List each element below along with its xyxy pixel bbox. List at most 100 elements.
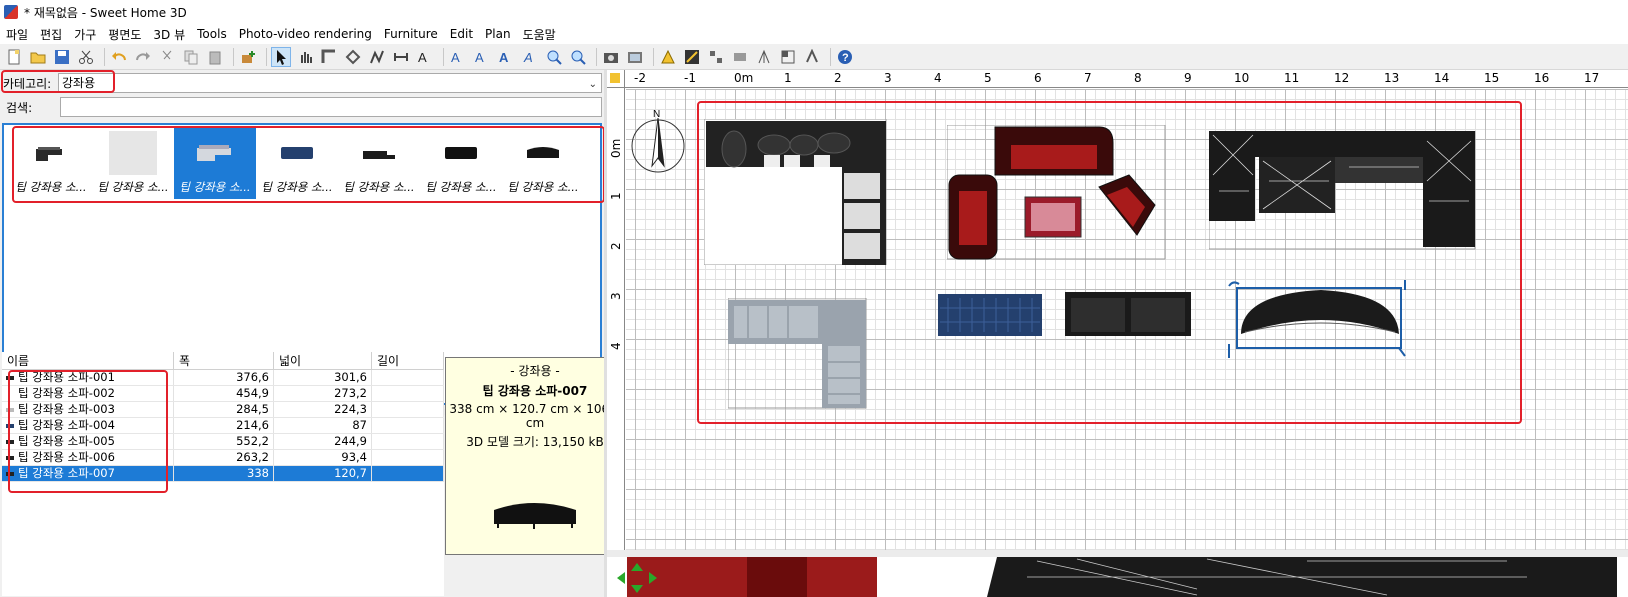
catalog-item-label: 팁 강좌용 소... <box>425 180 497 194</box>
catalog-item[interactable]: 팁 강좌용 소... <box>92 127 174 199</box>
catalog-item-label: 팁 강좌용 소... <box>179 180 251 194</box>
sofa-005-plan[interactable] <box>1208 130 1477 254</box>
catalog-item[interactable]: 팁 강좌용 소... <box>420 127 502 199</box>
menu-tools[interactable]: Tools <box>191 27 233 41</box>
create-walls-icon[interactable] <box>319 47 339 67</box>
ruler-label: 12 <box>1334 71 1350 85</box>
zoom-out-icon[interactable] <box>568 47 588 67</box>
menu-furniture[interactable]: 가구 <box>68 26 102 43</box>
category-select[interactable]: 강좌용 ⌄ <box>58 73 602 93</box>
menu-help[interactable]: 도움말 <box>517 26 562 43</box>
menu-3d-view[interactable]: 3D 뷰 <box>147 26 191 43</box>
sofa-002-plan[interactable] <box>946 124 1167 264</box>
ruler-corner <box>607 70 625 88</box>
sofa-001-plan[interactable] <box>703 118 888 268</box>
select-mode-icon[interactable] <box>271 46 291 67</box>
catalog-item[interactable]: 팁 강좌용 소... <box>10 127 92 199</box>
compass-icon[interactable]: N <box>629 108 687 177</box>
sofa-thumbnail <box>426 131 496 175</box>
help-icon[interactable]: ? <box>835 47 855 67</box>
cut-icon[interactable] <box>76 47 96 67</box>
new-home-icon[interactable] <box>4 47 24 67</box>
plugin-icon[interactable] <box>802 47 822 67</box>
zoom-in-icon[interactable] <box>544 47 564 67</box>
sofa-006-plan[interactable] <box>1065 292 1193 341</box>
tooltip-preview <box>446 494 624 537</box>
column-header-height[interactable]: 길이 <box>372 352 444 369</box>
add-furniture-icon[interactable] <box>238 47 258 67</box>
menu-plan[interactable]: 평면도 <box>102 26 147 43</box>
ruler-label: -1 <box>684 71 696 85</box>
sofa-thumbnail <box>16 131 86 175</box>
catalog-item[interactable]: 팁 강좌용 소... <box>502 127 584 199</box>
menu-edit-plugin[interactable]: Edit <box>444 27 479 41</box>
menu-photo-video[interactable]: Photo-video rendering <box>233 27 378 41</box>
toolbar-separator <box>233 47 234 66</box>
plugin-icon[interactable] <box>754 47 774 67</box>
redo-icon[interactable] <box>133 47 153 67</box>
sofa-thumbnail <box>508 131 578 175</box>
ruler-label: 4 <box>934 71 942 85</box>
tooltip-category: - 강좌용 - <box>510 364 560 378</box>
table-row[interactable]: 팁 강좌용 소파-005 552,2 244,9 <box>2 434 444 450</box>
ruler-top: -2 -1 0m 1 2 3 4 5 6 7 8 9 10 11 12 13 1… <box>607 70 1628 88</box>
column-header-depth[interactable]: 넓이 <box>274 352 372 369</box>
text-style-icon[interactable]: A <box>448 47 468 67</box>
italic-text-icon[interactable]: A <box>520 47 540 67</box>
3d-view[interactable] <box>607 557 1628 597</box>
photo-icon[interactable] <box>601 47 621 67</box>
create-rooms-icon[interactable] <box>343 47 363 67</box>
plugin-icon[interactable] <box>778 47 798 67</box>
catalog-item-selected[interactable]: 팁 강좌용 소... <box>174 127 256 199</box>
undo-icon[interactable] <box>109 47 129 67</box>
menu-edit[interactable]: 편집 <box>34 26 68 43</box>
pan-icon[interactable] <box>295 47 315 67</box>
open-icon[interactable] <box>28 47 48 67</box>
horizontal-splitter[interactable] <box>607 550 1628 557</box>
menu-furniture-plugin[interactable]: Furniture <box>378 27 444 41</box>
plan-view[interactable]: -2 -1 0m 1 2 3 4 5 6 7 8 9 10 11 12 13 1… <box>607 70 1628 550</box>
ruler-label: 7 <box>1084 71 1092 85</box>
bold-text-icon[interactable]: A <box>496 47 516 67</box>
table-row[interactable]: 팁 강좌용 소파-004 214,6 87 <box>2 418 444 434</box>
menu-plan-plugin[interactable]: Plan <box>479 27 517 41</box>
create-polylines-icon[interactable] <box>367 47 387 67</box>
table-row[interactable]: 팁 강좌용 소파-003 284,5 224,3 <box>2 402 444 418</box>
text-style-icon[interactable]: A <box>472 47 492 67</box>
toolbar-separator <box>104 47 105 66</box>
column-header-width[interactable]: 폭 <box>174 352 274 369</box>
sofa-004-plan[interactable] <box>938 294 1044 341</box>
plugin-icon[interactable] <box>658 47 678 67</box>
column-header-name[interactable]: 이름 <box>2 352 174 369</box>
paste-icon[interactable] <box>205 47 225 67</box>
create-dimensions-icon[interactable] <box>391 47 411 67</box>
sofa-thumbnail <box>98 131 168 175</box>
sofa-003-plan[interactable] <box>727 297 868 413</box>
table-row-selected[interactable]: 팁 강좌용 소파-007 338 120,7 <box>2 466 444 482</box>
copy-icon[interactable] <box>181 47 201 67</box>
catalog-item[interactable]: 팁 강좌용 소... <box>338 127 420 199</box>
catalog-item-label: 팁 강좌용 소... <box>507 180 579 194</box>
table-row[interactable]: 팁 강좌용 소파-006 263,2 93,4 <box>2 450 444 466</box>
add-text-icon[interactable]: A <box>415 47 435 67</box>
plugin-icon[interactable] <box>682 47 702 67</box>
table-row[interactable]: 팁 강좌용 소파-001 376,6 301,6 <box>2 370 444 386</box>
plugin-icon[interactable] <box>706 47 726 67</box>
sofa-007-plan[interactable] <box>1227 280 1413 363</box>
table-header: 이름 폭 넓이 길이 <box>2 352 444 370</box>
search-input[interactable] <box>60 97 602 117</box>
video-icon[interactable] <box>625 47 645 67</box>
save-icon[interactable] <box>52 47 72 67</box>
plugin-icon[interactable] <box>730 47 750 67</box>
toolbar-separator <box>266 47 267 66</box>
ruler-label: 2 <box>609 242 623 250</box>
catalog-item-label: 팁 강좌용 소... <box>97 180 169 194</box>
catalog-item[interactable]: 팁 강좌용 소... <box>256 127 338 199</box>
table-row[interactable]: 팁 강좌용 소파-002 454,9 273,2 <box>2 386 444 402</box>
cut-edit-icon[interactable] <box>157 47 177 67</box>
sofa-thumbnail <box>344 131 414 175</box>
chevron-down-icon[interactable]: ⌄ <box>589 76 597 94</box>
3d-navigation-arrows[interactable] <box>613 561 661 597</box>
menu-file[interactable]: 파일 <box>0 26 34 43</box>
toolbar-separator <box>653 47 654 66</box>
